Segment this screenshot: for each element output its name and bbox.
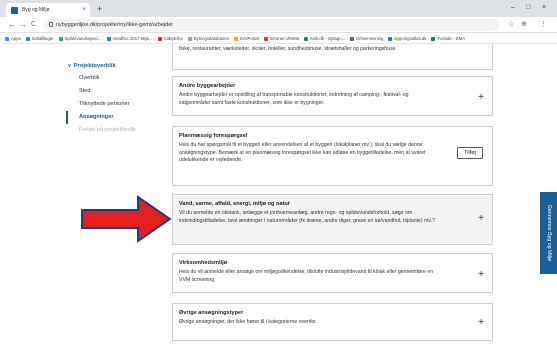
bookmark-item[interactable]: CitByErhv [157, 33, 183, 43]
card-desc: Hvis du vil anmelde eller ansøge om milj… [179, 269, 434, 283]
extension-icon[interactable]: ⊕ [521, 19, 527, 31]
card-desc: Vil du anmelde en olietank, anlægge et j… [179, 210, 435, 224]
bookmark-label: Byningsdatabasen [193, 36, 230, 41]
card-desc: Hvis du har spørgsmål til et byggeri ell… [179, 142, 426, 163]
bookmark-favicon-icon [388, 36, 393, 41]
card-vand-varme-affald[interactable]: Vand, varme, affald, energi, miljø og na… [172, 194, 493, 245]
window-close-icon[interactable]: × [542, 2, 546, 14]
card-title: Virksomhedsmiljø [179, 260, 228, 266]
expand-plus-icon[interactable]: + [478, 93, 484, 103]
bookmark-item[interactable]: bygningsatlas.dk [388, 33, 427, 43]
bookmark-item[interactable]: Vandfisc 2017-Mijø... [106, 33, 153, 43]
bookmark-favicon-icon [431, 36, 436, 41]
card-desc: Andre byggearbejder er opstilling af tra… [179, 92, 409, 106]
sidebar-item-tilknyttede-personer[interactable]: Tilknyttede personer [66, 98, 161, 111]
bookmark-label: Apps [11, 36, 21, 41]
red-arrow-icon [81, 195, 172, 243]
sidebar-heading-label: Projektoverblik [73, 63, 116, 69]
reload-icon[interactable]: C [31, 19, 36, 31]
back-arrow-icon[interactable]: ← [8, 19, 16, 31]
bookmark-label: EnvPortal [240, 36, 259, 41]
bookmark-favicon-icon [350, 36, 355, 41]
card-title: Planmæssig forespørgsel [179, 133, 248, 139]
bookmark-item[interactable]: Byningsdatabasen [187, 33, 230, 43]
card-oevrige-ansoegningstyper[interactable]: Øvrige ansøgningstyper Øvrige ansøgninge… [172, 303, 493, 341]
bookmark-item[interactable]: Kvik.dk - Oplagn... [304, 33, 346, 43]
card-partial-desc: fiske, restauranter, værksteder, skoler,… [179, 46, 396, 52]
new-tab-button[interactable]: + [97, 2, 102, 16]
card-title: Øvrige ansøgningstyper [179, 310, 244, 316]
tab-title: Byg og Miljø [22, 7, 50, 13]
bookmark-star-icon[interactable]: ☆ [508, 19, 514, 31]
bookmark-label: bygningsatlas.dk [394, 36, 427, 41]
project-sidebar: v Projektoverblik Overblik Sted Tilknytte… [66, 60, 161, 137]
bookmark-favicon-icon [106, 36, 111, 41]
browser-nav-bar: ← → C nybyggeriljoe.dk/projekter/ny/ikke… [0, 17, 557, 33]
card-virksomhedsmiljoe[interactable]: Virksomhedsmiljø Hvis du vil anmelde ell… [172, 253, 493, 293]
card-title: Vand, varme, affald, energi, miljø og na… [179, 201, 290, 207]
sidebar-item-overblik[interactable]: Overblik [66, 72, 161, 85]
bookmark-favicon-icon [157, 36, 162, 41]
maximize-icon[interactable]: □ [526, 2, 530, 14]
card-planmaessig-forespoergsel[interactable]: Planmæssig forespørgsel Hvis du har spør… [172, 126, 493, 186]
expand-plus-icon[interactable]: + [478, 270, 484, 280]
browser-tab-bar: Byg og Miljø × + – □ × [0, 0, 557, 17]
address-bar[interactable]: nybyggeriljoe.dk/projekter/ny/ikke-gemt/… [44, 19, 499, 31]
url-text: nybyggeriljoe.dk/projekter/ny/ikke-gemt/… [56, 22, 174, 28]
sidebar-item-sted[interactable]: Sted [66, 85, 161, 98]
bookmarks-bar: Apps Indstillinger Spildevandsspeci... Vand… [0, 33, 557, 44]
bookmark-label: Intranet UlmMa [269, 36, 300, 41]
sidebar-item-ansoegninger[interactable]: Ansøgninger [66, 111, 161, 124]
bookmark-item[interactable]: Indstillinger [25, 33, 54, 43]
bookmark-favicon-icon [187, 36, 192, 41]
bookmark-item[interactable]: Erhvervsvning [350, 33, 384, 43]
bookmark-label: Erhvervsvning [356, 36, 384, 41]
feedback-side-tab[interactable]: Gennemse Byg og Miljø [540, 192, 557, 274]
feedback-tab-label: Gennemse Byg og Miljø [545, 204, 552, 262]
bookmark-favicon-icon [234, 36, 239, 41]
card-andre-byggearbejder[interactable]: Andre byggearbejder Andre byggearbejder … [172, 76, 493, 116]
bookmark-favicon-icon [304, 36, 309, 41]
bookmark-favicon-icon [263, 36, 268, 41]
bookmark-item[interactable]: EnvPortal [234, 33, 259, 43]
bookmark-item[interactable]: Apps [5, 33, 21, 43]
site-favicon-icon [11, 7, 18, 14]
card-title: Andre byggearbejder [179, 83, 236, 89]
sidebar-heading[interactable]: v Projektoverblik [66, 60, 161, 72]
minimize-icon[interactable]: – [511, 2, 515, 14]
bookmark-favicon-icon [58, 36, 63, 41]
expand-plus-icon[interactable]: + [478, 214, 484, 224]
bookmark-label: CitByErhv [163, 36, 183, 41]
menu-kebab-icon[interactable]: ⋮ [540, 19, 547, 31]
bookmark-item[interactable]: Intranet UlmMa [263, 33, 300, 43]
tilfoej-button[interactable]: Tilføj [457, 147, 483, 159]
bookmark-item[interactable]: Spildevandsspeci... [58, 33, 102, 43]
browser-tab[interactable]: Byg og Miljø × [6, 3, 90, 17]
tab-close-icon[interactable]: × [82, 3, 86, 17]
bookmark-favicon-icon [25, 36, 30, 41]
bookmark-label: Indstillinger [31, 36, 54, 41]
card-partial-top: fiske, restauranter, værksteder, skoler,… [172, 44, 493, 70]
bookmark-item[interactable]: Forside - DMA [431, 33, 466, 43]
chevron-down-icon: v [68, 63, 71, 69]
bookmark-label: Vandfisc 2017-Mijø... [112, 36, 153, 41]
lock-icon [49, 22, 53, 27]
bookmark-favicon-icon [5, 36, 9, 41]
sidebar-item-forloeb: Forløb på projektforslik [79, 127, 136, 133]
bookmark-label: Forside - DMA [437, 36, 466, 41]
card-desc: Øvrige ansøgninger, der ikke hører til i… [179, 319, 318, 325]
bookmark-label: Spildevandsspeci... [64, 36, 102, 41]
bookmark-label: Kvik.dk - Oplagn... [310, 36, 346, 41]
expand-plus-icon[interactable]: + [478, 318, 484, 328]
forward-arrow-icon[interactable]: → [19, 19, 27, 31]
